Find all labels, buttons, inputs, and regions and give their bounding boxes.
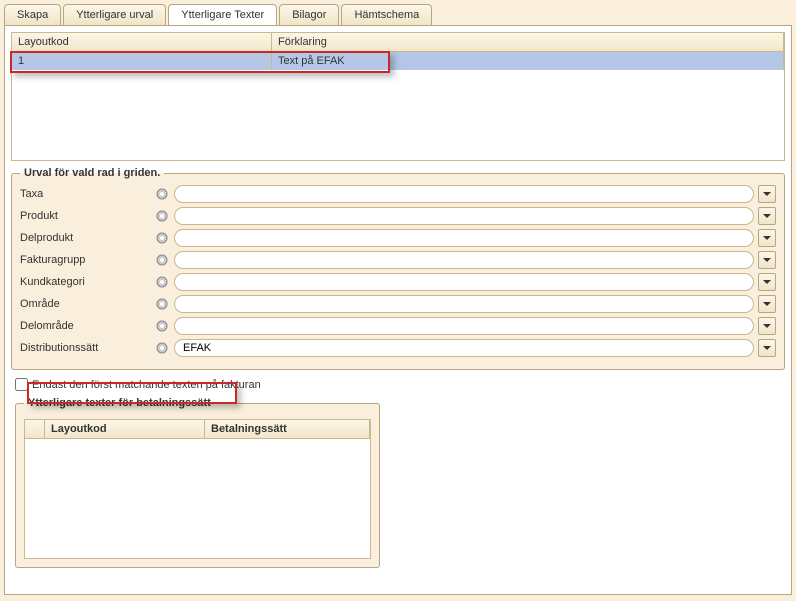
column-header-betalningssatt[interactable]: Betalningssätt: [205, 420, 370, 438]
gear-icon[interactable]: [154, 296, 170, 312]
produkt-input[interactable]: [174, 207, 754, 225]
gear-icon[interactable]: [154, 208, 170, 224]
table-row[interactable]: 1 Text på EFAK: [12, 52, 784, 70]
dropdown-button[interactable]: [758, 295, 776, 313]
cell-layoutkod: 1: [12, 52, 272, 70]
row-fakturagrupp: Fakturagrupp: [20, 251, 776, 269]
tab-content: Layoutkod Förklaring 1 Text på EFAK Urva…: [4, 25, 792, 595]
tab-ytterligare-texter[interactable]: Ytterligare Texter: [168, 4, 277, 25]
gear-icon[interactable]: [154, 252, 170, 268]
combo-omrade: [174, 295, 776, 313]
kundkategori-input[interactable]: [174, 273, 754, 291]
taxa-input[interactable]: [174, 185, 754, 203]
dropdown-button[interactable]: [758, 251, 776, 269]
gear-icon[interactable]: [154, 340, 170, 356]
combo-taxa: [174, 185, 776, 203]
tab-hamtschema[interactable]: Hämtschema: [341, 4, 432, 25]
combo-kundkategori: [174, 273, 776, 291]
delomrade-input[interactable]: [174, 317, 754, 335]
grid-body-empty: [12, 70, 784, 160]
tab-bilagor[interactable]: Bilagor: [279, 4, 339, 25]
combo-delomrade: [174, 317, 776, 335]
dropdown-button[interactable]: [758, 229, 776, 247]
row-distributionssatt: Distributionssätt: [20, 339, 776, 357]
label-fakturagrupp: Fakturagrupp: [20, 254, 150, 266]
dropdown-button[interactable]: [758, 317, 776, 335]
combo-fakturagrupp: [174, 251, 776, 269]
label-produkt: Produkt: [20, 210, 150, 222]
row-taxa: Taxa: [20, 185, 776, 203]
small-grid-corner: [25, 420, 45, 438]
dropdown-button[interactable]: [758, 339, 776, 357]
urval-fieldset: Urval för vald rad i griden. Taxa Produk…: [11, 167, 785, 370]
dropdown-button[interactable]: [758, 185, 776, 203]
cell-forklaring: Text på EFAK: [272, 52, 784, 70]
label-taxa: Taxa: [20, 188, 150, 200]
column-header-layoutkod-2[interactable]: Layoutkod: [45, 420, 205, 438]
checkbox-row: Endast den först matchande texten på fak…: [15, 378, 781, 391]
label-omrade: Område: [20, 298, 150, 310]
betalningssatt-fieldset: Ytterligare texter för betalningssätt La…: [15, 397, 380, 568]
distributionssatt-input[interactable]: [174, 339, 754, 357]
combo-delprodukt: [174, 229, 776, 247]
gear-icon[interactable]: [154, 230, 170, 246]
label-delomrade: Delområde: [20, 320, 150, 332]
tab-skapa[interactable]: Skapa: [4, 4, 61, 25]
betalningssatt-grid: Layoutkod Betalningssätt: [24, 419, 371, 559]
omrade-input[interactable]: [174, 295, 754, 313]
row-produkt: Produkt: [20, 207, 776, 225]
label-distributionssatt: Distributionssätt: [20, 342, 150, 354]
column-header-forklaring[interactable]: Förklaring: [272, 33, 784, 51]
checkbox-label: Endast den först matchande texten på fak…: [32, 379, 261, 391]
betalningssatt-legend: Ytterligare texter för betalningssätt: [24, 397, 215, 409]
tab-bar: Skapa Ytterligare urval Ytterligare Text…: [0, 0, 796, 25]
tab-ytterligare-urval[interactable]: Ytterligare urval: [63, 4, 166, 25]
layout-grid: Layoutkod Förklaring 1 Text på EFAK: [11, 32, 785, 161]
combo-distributionssatt: [174, 339, 776, 357]
label-delprodukt: Delprodukt: [20, 232, 150, 244]
gear-icon[interactable]: [154, 274, 170, 290]
row-kundkategori: Kundkategori: [20, 273, 776, 291]
delprodukt-input[interactable]: [174, 229, 754, 247]
fakturagrupp-input[interactable]: [174, 251, 754, 269]
dropdown-button[interactable]: [758, 207, 776, 225]
row-delprodukt: Delprodukt: [20, 229, 776, 247]
endast-forst-checkbox[interactable]: [15, 378, 28, 391]
gear-icon[interactable]: [154, 186, 170, 202]
small-grid-header: Layoutkod Betalningssätt: [25, 420, 370, 439]
dropdown-button[interactable]: [758, 273, 776, 291]
urval-legend: Urval för vald rad i griden.: [20, 167, 164, 179]
column-header-layoutkod[interactable]: Layoutkod: [12, 33, 272, 51]
grid-header: Layoutkod Förklaring: [12, 33, 784, 52]
row-delomrade: Delområde: [20, 317, 776, 335]
row-omrade: Område: [20, 295, 776, 313]
label-kundkategori: Kundkategori: [20, 276, 150, 288]
gear-icon[interactable]: [154, 318, 170, 334]
combo-produkt: [174, 207, 776, 225]
